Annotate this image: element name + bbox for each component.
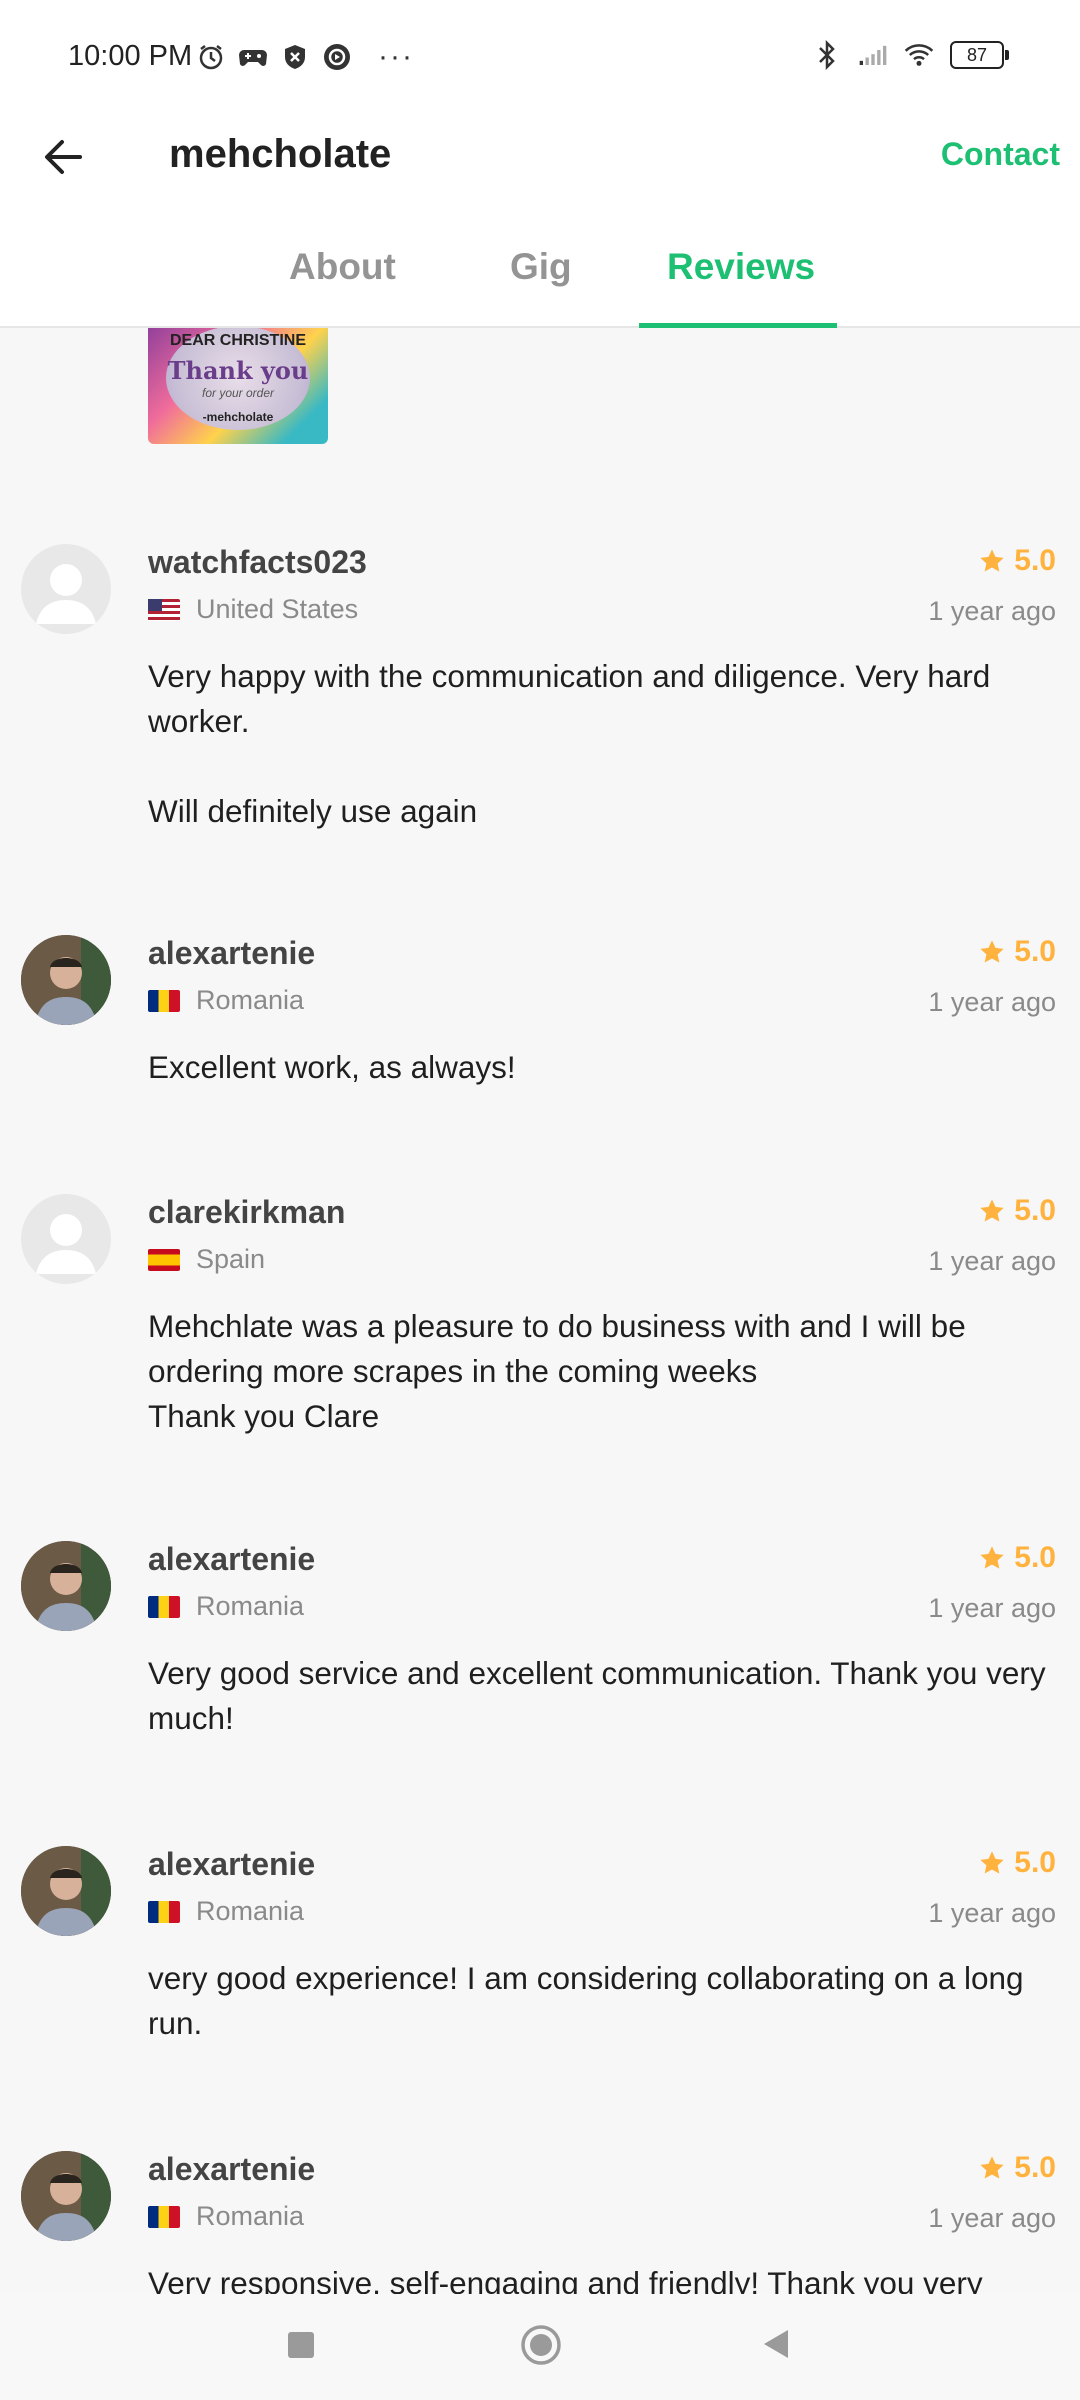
tab-gig[interactable]: Gig	[510, 246, 572, 326]
review-attachment-image[interactable]: DEAR CHRISTINE Thank you for your order …	[148, 328, 328, 444]
system-nav-bar	[0, 2294, 1080, 2400]
review-item: watchfacts023 United States 5.0 1 year a…	[0, 544, 1080, 874]
reviewer-username[interactable]: alexartenie	[148, 1846, 315, 1883]
page-title: mehcholate	[169, 132, 392, 176]
review-time: 1 year ago	[928, 1898, 1056, 1928]
signal-icon	[858, 40, 888, 70]
romania-flag-icon	[148, 2205, 180, 2228]
reviewer-username[interactable]: clarekirkman	[148, 1194, 345, 1231]
star-icon	[980, 2156, 1004, 2179]
alarm-icon	[196, 42, 226, 72]
review-item: clarekirkman Spain 5.0 1 year ago Mehchl…	[0, 1194, 1080, 1464]
review-item: alexartenie Romania 5.0 1 year ago Very …	[0, 1541, 1080, 1781]
star-icon	[980, 1546, 1004, 1569]
rating-value: 5.0	[1014, 1846, 1056, 1879]
review-rating: 5.0	[978, 544, 1056, 578]
thumbnail-line-2: Thank you	[167, 356, 309, 385]
status-time: 10:00 PM	[68, 40, 193, 72]
thumbnail-line-1: DEAR CHRISTINE	[169, 332, 306, 349]
review-rating: 5.0	[978, 1194, 1056, 1228]
avatar[interactable]	[21, 1846, 111, 1936]
review-time: 1 year ago	[928, 1246, 1056, 1276]
rating-value: 5.0	[1014, 2151, 1056, 2184]
avatar[interactable]	[21, 935, 111, 1025]
review-time: 1 year ago	[928, 987, 1056, 1017]
country-name: Romania	[196, 2201, 305, 2231]
more-notifications-icon: ···	[378, 40, 414, 73]
game-controller-icon	[238, 42, 268, 72]
review-rating: 5.0	[978, 935, 1056, 969]
home-circle-icon[interactable]	[520, 2324, 562, 2371]
recents-square-icon[interactable]	[286, 2330, 316, 2365]
thumbnail-line-4: -mehcholate	[202, 410, 274, 424]
star-icon	[980, 549, 1004, 572]
review-time: 1 year ago	[928, 1593, 1056, 1623]
romania-flag-icon	[148, 989, 180, 1012]
rating-value: 5.0	[1014, 1194, 1056, 1227]
back-arrow-icon[interactable]	[36, 130, 90, 184]
avatar[interactable]	[21, 1541, 111, 1631]
shield-icon	[280, 42, 310, 72]
review-rating: 5.0	[978, 2151, 1056, 2185]
reviewer-country: Romania	[148, 1896, 304, 1927]
review-text: Mehchlate was a pleasure to do business …	[148, 1308, 966, 1434]
tab-about[interactable]: About	[289, 246, 396, 326]
romania-flag-icon	[148, 1595, 180, 1618]
review-text: Very responsive, self-engaging and frien…	[148, 2265, 983, 2294]
status-bar: 10:00 PM ··· 87	[0, 0, 1080, 118]
review-text: Very happy with the communication and di…	[148, 658, 991, 829]
status-left-icons: ···	[196, 40, 414, 74]
avatar[interactable]	[21, 1194, 111, 1284]
avatar[interactable]	[21, 544, 111, 634]
star-icon	[980, 1851, 1004, 1874]
tab-bar: About Gig Reviews	[0, 230, 1080, 328]
country-name: Spain	[196, 1244, 266, 1274]
media-icon	[322, 42, 352, 72]
reviewer-country: Romania	[148, 1591, 304, 1622]
reviewer-username[interactable]: alexartenie	[148, 2151, 315, 2188]
review-text: Very good service and excellent communic…	[148, 1655, 1046, 1736]
reviewer-country: Romania	[148, 2201, 304, 2232]
star-icon	[980, 940, 1004, 963]
reviewer-country: Romania	[148, 985, 304, 1016]
contact-button[interactable]: Contact	[941, 136, 1060, 173]
bluetooth-icon	[812, 40, 842, 70]
thumbnail-line-3: for your order	[201, 386, 275, 400]
review-item: alexartenie Romania 5.0 1 year ago Very …	[0, 2151, 1080, 2294]
us-flag-icon	[148, 598, 180, 621]
review-rating: 5.0	[978, 1846, 1056, 1880]
rating-value: 5.0	[1014, 1541, 1056, 1574]
avatar[interactable]	[21, 2151, 111, 2241]
country-name: Romania	[196, 985, 305, 1015]
reviewer-username[interactable]: alexartenie	[148, 1541, 315, 1578]
review-text: Excellent work, as always!	[148, 1049, 516, 1085]
review-item: alexartenie Romania 5.0 1 year ago Excel…	[0, 935, 1080, 1135]
battery-icon: 87	[950, 41, 1009, 69]
rating-value: 5.0	[1014, 544, 1056, 577]
wifi-icon	[904, 40, 934, 70]
spain-flag-icon	[148, 1248, 180, 1271]
review-item: alexartenie Romania 5.0 1 year ago very …	[0, 1846, 1080, 2086]
country-name: United States	[196, 594, 359, 624]
reviews-list[interactable]: DEAR CHRISTINE Thank you for your order …	[0, 328, 1080, 2294]
reviewer-country: United States	[148, 594, 358, 625]
reviewer-username[interactable]: watchfacts023	[148, 544, 367, 581]
star-icon	[980, 1199, 1004, 1222]
rating-value: 5.0	[1014, 935, 1056, 968]
back-triangle-icon[interactable]	[760, 2328, 790, 2365]
tab-reviews[interactable]: Reviews	[667, 246, 815, 326]
romania-flag-icon	[148, 1900, 180, 1923]
review-rating: 5.0	[978, 1541, 1056, 1575]
reviewer-username[interactable]: alexartenie	[148, 935, 315, 972]
country-name: Romania	[196, 1896, 305, 1926]
status-right-icons: 87	[812, 40, 1009, 70]
country-name: Romania	[196, 1591, 305, 1621]
review-time: 1 year ago	[928, 2203, 1056, 2233]
review-text: very good experience! I am considering c…	[148, 1960, 1024, 2041]
review-time: 1 year ago	[928, 596, 1056, 626]
reviewer-country: Spain	[148, 1244, 265, 1275]
